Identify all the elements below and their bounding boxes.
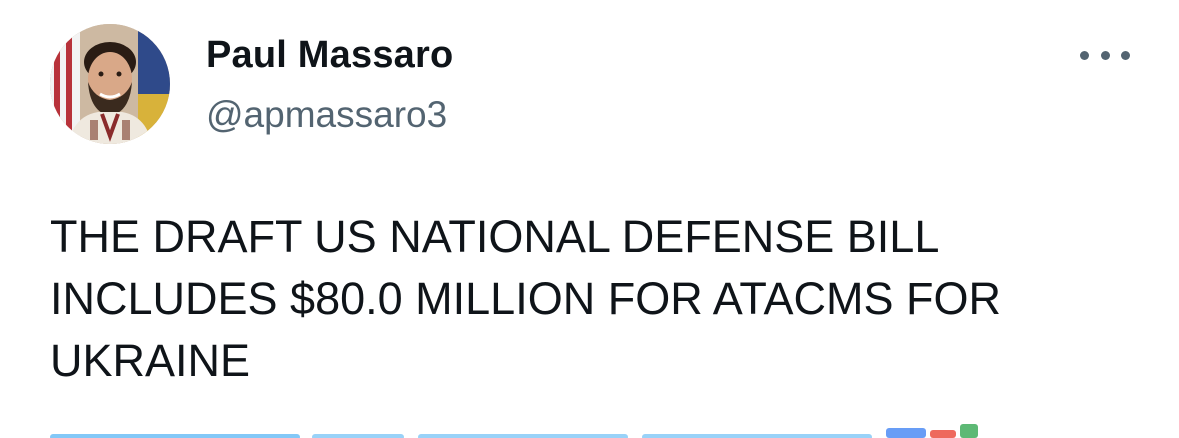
more-horizontal-icon xyxy=(1080,50,1089,60)
more-horizontal-icon xyxy=(1100,50,1110,60)
avatar-photo xyxy=(50,24,170,144)
more-horizontal-icon xyxy=(1121,50,1130,60)
tweet-card: Paul Massaro @apmassaro3 THE DRAFT US NA… xyxy=(0,0,1179,438)
author-display-name[interactable]: Paul Massaro xyxy=(206,32,453,78)
tweet-link-cropped[interactable] xyxy=(50,424,980,438)
more-options-button[interactable] xyxy=(1080,40,1130,70)
avatar[interactable] xyxy=(50,24,170,144)
tweet-text: THE DRAFT US NATIONAL DEFENSE BILL INCLU… xyxy=(50,211,1002,386)
author-block: Paul Massaro @apmassaro3 xyxy=(206,32,453,138)
author-handle[interactable]: @apmassaro3 xyxy=(206,92,453,138)
